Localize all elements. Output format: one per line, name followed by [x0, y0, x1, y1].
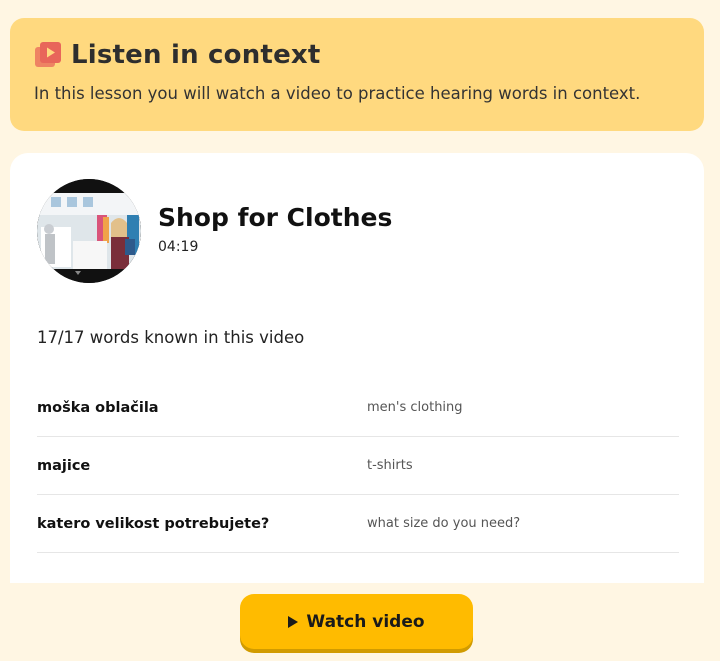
word-translation: men's clothing [367, 400, 463, 415]
word-translation: t-shirts [367, 458, 413, 473]
lesson-banner: Listen in context In this lesson you wil… [10, 18, 704, 131]
play-icon [288, 615, 299, 628]
video-card: Shop for Clothes 04:19 17/17 words known… [10, 153, 704, 583]
word-text: majice [37, 457, 91, 474]
word-list: moška oblačila men's clothing majice t-s… [37, 379, 679, 553]
word-text: moška oblačila [37, 400, 159, 416]
known-words-count: 17/17 words known in this video [37, 328, 305, 347]
video-duration: 04:19 [158, 239, 199, 255]
list-item: majice t-shirts [37, 437, 679, 495]
list-item: moška oblačila men's clothing [37, 379, 679, 437]
video-thumbnail[interactable] [37, 179, 141, 283]
word-translation: what size do you need? [367, 516, 521, 531]
banner-title-row: Listen in context [34, 40, 682, 70]
word-text: katero velikost potrebujete? [37, 515, 270, 532]
banner-subtitle: In this lesson you will watch a video to… [34, 84, 641, 103]
video-playlist-icon [34, 41, 62, 69]
list-item: katero velikost potrebujete? what size d… [37, 495, 679, 553]
banner-title: Listen in context [71, 40, 321, 70]
watch-video-button[interactable]: Watch video [240, 594, 473, 649]
video-title: Shop for Clothes [158, 203, 393, 232]
watch-video-label: Watch video [306, 611, 425, 632]
